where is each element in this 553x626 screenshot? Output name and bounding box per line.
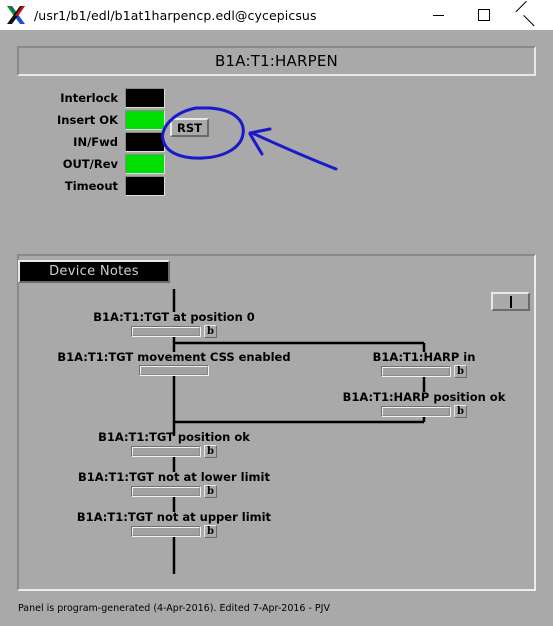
edm-panel-root: B1A:T1:HARPEN Interlock Insert OK IN/Fwd…	[0, 30, 553, 626]
window-title: /usr1/b1/edl/b1at1harpencp.edl@cycepicsu…	[34, 7, 317, 23]
maximize-button[interactable]	[461, 0, 507, 30]
tree-node-label: B1A:T1:HARP position ok	[342, 390, 506, 404]
tree-node-b-button[interactable]: b	[204, 485, 217, 498]
tree-node-bar[interactable]	[131, 526, 201, 537]
tree-node-bar[interactable]	[131, 446, 201, 457]
tree-node-tgt-pos-0: B1A:T1:TGT at position 0 b	[19, 310, 329, 338]
text-cursor-icon	[509, 295, 512, 308]
tree-node-bar[interactable]	[381, 406, 451, 417]
minimize-button[interactable]	[415, 0, 461, 30]
tree-node-tgt-not-lower: B1A:T1:TGT not at lower limit b	[19, 470, 329, 498]
page-title: B1A:T1:HARPEN	[215, 52, 338, 70]
annotation-arrow-icon	[250, 131, 338, 171]
tree-node-bar[interactable]	[131, 486, 201, 497]
tree-node-harp-pos-ok: B1A:T1:HARP position ok b	[269, 390, 553, 418]
annotation-arrowhead-icon	[248, 127, 272, 135]
tree-node-bar[interactable]	[381, 366, 451, 377]
window-titlebar: /usr1/b1/edl/b1at1harpencp.edl@cycepicsu…	[0, 0, 553, 30]
tree-node-harp-in: B1A:T1:HARP in b	[269, 350, 553, 378]
tree-connector-lines	[172, 289, 426, 574]
tree-node-widgets: b	[269, 405, 553, 418]
tree-node-label: B1A:T1:HARP in	[372, 350, 476, 364]
indicator-label: Interlock	[60, 91, 118, 105]
tree-node-tgt-position-ok: B1A:T1:TGT position ok b	[19, 430, 329, 458]
annotation-arrowhead2-icon	[248, 132, 264, 156]
window-controls	[415, 0, 553, 30]
indicator-row-interlock: Interlock	[50, 87, 165, 109]
indicator-label: Insert OK	[57, 113, 118, 127]
tree-node-label: B1A:T1:TGT position ok	[98, 430, 250, 444]
tree-node-label: B1A:T1:TGT at position 0	[93, 310, 255, 324]
tab-device-notes-label: Device Notes	[49, 264, 139, 279]
header-banner: B1A:T1:HARPEN	[17, 46, 536, 76]
text-cursor-button[interactable]	[491, 292, 530, 311]
tree-node-tgt-not-upper: B1A:T1:TGT not at upper limit b	[19, 510, 329, 538]
tree-node-widgets: b	[19, 325, 329, 338]
footer-status-text: Panel is program-generated (4-Apr-2016).…	[18, 603, 330, 614]
tree-node-widgets: b	[19, 485, 329, 498]
x11-logo-icon	[7, 6, 25, 24]
tree-node-label: B1A:T1:TGT not at upper limit	[76, 510, 272, 524]
tree-node-widgets: b	[19, 445, 329, 458]
tree-node-widgets: b	[269, 365, 553, 378]
tree-node-b-button[interactable]: b	[204, 325, 217, 338]
tree-node-bar[interactable]	[131, 326, 201, 337]
tree-node-b-button[interactable]: b	[454, 365, 467, 378]
tree-node-bar[interactable]	[139, 365, 209, 376]
tab-device-notes[interactable]: Device Notes	[18, 260, 170, 283]
tree-node-b-button[interactable]: b	[204, 525, 217, 538]
status-led-out-rev	[125, 154, 165, 174]
indicator-row-in-fwd: IN/Fwd	[50, 131, 165, 153]
status-led-insert-ok	[125, 110, 165, 130]
tree-node-b-button[interactable]: b	[204, 445, 217, 458]
indicator-label: IN/Fwd	[73, 135, 118, 149]
indicator-label: Timeout	[64, 179, 118, 193]
indicator-row-timeout: Timeout	[50, 175, 165, 197]
indicator-label: OUT/Rev	[62, 157, 118, 171]
close-button[interactable]	[507, 0, 553, 30]
status-led-in-fwd	[125, 132, 165, 152]
tree-node-b-button[interactable]: b	[454, 405, 467, 418]
status-led-timeout	[125, 176, 165, 196]
minimize-icon	[432, 14, 444, 16]
close-icon	[524, 9, 536, 21]
reset-button[interactable]: RST	[170, 118, 209, 137]
tree-node-widgets: b	[19, 525, 329, 538]
indicator-row-insert-ok: Insert OK	[50, 109, 165, 131]
device-notes-content: B1A:T1:TGT at position 0 b B1A:T1:TGT mo…	[19, 256, 534, 589]
status-indicator-list: Interlock Insert OK IN/Fwd OUT/Rev Timeo…	[50, 87, 165, 197]
tree-node-label: B1A:T1:TGT not at lower limit	[78, 470, 270, 484]
maximize-icon	[478, 9, 490, 21]
device-notes-panel: B1A:T1:TGT at position 0 b B1A:T1:TGT mo…	[17, 254, 536, 591]
indicator-row-out-rev: OUT/Rev	[50, 153, 165, 175]
status-led-interlock	[125, 88, 165, 108]
